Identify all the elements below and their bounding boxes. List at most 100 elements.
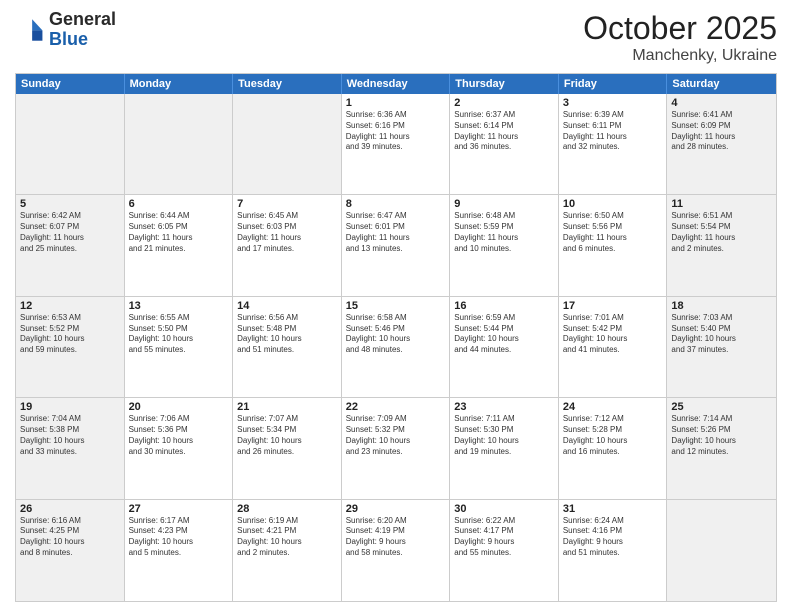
location-title: Manchenky, Ukraine (583, 47, 777, 65)
calendar-cell (233, 94, 342, 194)
cell-info: Sunrise: 6:51 AM Sunset: 5:54 PM Dayligh… (671, 211, 772, 254)
cell-info: Sunrise: 6:20 AM Sunset: 4:19 PM Dayligh… (346, 516, 446, 559)
cell-info: Sunrise: 6:48 AM Sunset: 5:59 PM Dayligh… (454, 211, 554, 254)
cell-info: Sunrise: 7:11 AM Sunset: 5:30 PM Dayligh… (454, 414, 554, 457)
day-number: 17 (563, 300, 663, 312)
day-number: 1 (346, 97, 446, 109)
day-number: 15 (346, 300, 446, 312)
day-number: 31 (563, 503, 663, 515)
day-number: 27 (129, 503, 229, 515)
day-number: 23 (454, 401, 554, 413)
calendar-cell: 5Sunrise: 6:42 AM Sunset: 6:07 PM Daylig… (16, 195, 125, 295)
day-number: 11 (671, 198, 772, 210)
day-number: 7 (237, 198, 337, 210)
cell-info: Sunrise: 6:56 AM Sunset: 5:48 PM Dayligh… (237, 313, 337, 356)
calendar-cell: 9Sunrise: 6:48 AM Sunset: 5:59 PM Daylig… (450, 195, 559, 295)
day-number: 28 (237, 503, 337, 515)
weekday-header: Wednesday (342, 74, 451, 94)
day-number: 6 (129, 198, 229, 210)
calendar-cell: 6Sunrise: 6:44 AM Sunset: 6:05 PM Daylig… (125, 195, 234, 295)
calendar-cell: 21Sunrise: 7:07 AM Sunset: 5:34 PM Dayli… (233, 398, 342, 498)
calendar-cell: 23Sunrise: 7:11 AM Sunset: 5:30 PM Dayli… (450, 398, 559, 498)
day-number: 19 (20, 401, 120, 413)
calendar-cell (125, 94, 234, 194)
day-number: 20 (129, 401, 229, 413)
cell-info: Sunrise: 6:16 AM Sunset: 4:25 PM Dayligh… (20, 516, 120, 559)
cell-info: Sunrise: 6:19 AM Sunset: 4:21 PM Dayligh… (237, 516, 337, 559)
day-number: 30 (454, 503, 554, 515)
cell-info: Sunrise: 7:03 AM Sunset: 5:40 PM Dayligh… (671, 313, 772, 356)
cell-info: Sunrise: 6:55 AM Sunset: 5:50 PM Dayligh… (129, 313, 229, 356)
weekday-header: Monday (125, 74, 234, 94)
calendar: SundayMondayTuesdayWednesdayThursdayFrid… (15, 73, 777, 602)
calendar-week: 26Sunrise: 6:16 AM Sunset: 4:25 PM Dayli… (16, 500, 776, 601)
weekday-header: Sunday (16, 74, 125, 94)
calendar-cell: 11Sunrise: 6:51 AM Sunset: 5:54 PM Dayli… (667, 195, 776, 295)
cell-info: Sunrise: 6:47 AM Sunset: 6:01 PM Dayligh… (346, 211, 446, 254)
cell-info: Sunrise: 6:24 AM Sunset: 4:16 PM Dayligh… (563, 516, 663, 559)
cell-info: Sunrise: 6:44 AM Sunset: 6:05 PM Dayligh… (129, 211, 229, 254)
calendar-cell: 13Sunrise: 6:55 AM Sunset: 5:50 PM Dayli… (125, 297, 234, 397)
calendar-cell: 30Sunrise: 6:22 AM Sunset: 4:17 PM Dayli… (450, 500, 559, 601)
cell-info: Sunrise: 7:06 AM Sunset: 5:36 PM Dayligh… (129, 414, 229, 457)
cell-info: Sunrise: 6:37 AM Sunset: 6:14 PM Dayligh… (454, 110, 554, 153)
day-number: 10 (563, 198, 663, 210)
day-number: 22 (346, 401, 446, 413)
cell-info: Sunrise: 6:42 AM Sunset: 6:07 PM Dayligh… (20, 211, 120, 254)
day-number: 3 (563, 97, 663, 109)
cell-info: Sunrise: 6:39 AM Sunset: 6:11 PM Dayligh… (563, 110, 663, 153)
weekday-header: Tuesday (233, 74, 342, 94)
calendar-header: SundayMondayTuesdayWednesdayThursdayFrid… (16, 74, 776, 94)
calendar-cell: 19Sunrise: 7:04 AM Sunset: 5:38 PM Dayli… (16, 398, 125, 498)
weekday-header: Friday (559, 74, 668, 94)
calendar-week: 5Sunrise: 6:42 AM Sunset: 6:07 PM Daylig… (16, 195, 776, 296)
calendar-cell: 20Sunrise: 7:06 AM Sunset: 5:36 PM Dayli… (125, 398, 234, 498)
calendar-week: 19Sunrise: 7:04 AM Sunset: 5:38 PM Dayli… (16, 398, 776, 499)
cell-info: Sunrise: 7:04 AM Sunset: 5:38 PM Dayligh… (20, 414, 120, 457)
calendar-cell: 28Sunrise: 6:19 AM Sunset: 4:21 PM Dayli… (233, 500, 342, 601)
cell-info: Sunrise: 6:45 AM Sunset: 6:03 PM Dayligh… (237, 211, 337, 254)
calendar-cell (667, 500, 776, 601)
calendar-cell: 15Sunrise: 6:58 AM Sunset: 5:46 PM Dayli… (342, 297, 451, 397)
calendar-cell: 24Sunrise: 7:12 AM Sunset: 5:28 PM Dayli… (559, 398, 668, 498)
cell-info: Sunrise: 6:22 AM Sunset: 4:17 PM Dayligh… (454, 516, 554, 559)
day-number: 5 (20, 198, 120, 210)
calendar-cell: 7Sunrise: 6:45 AM Sunset: 6:03 PM Daylig… (233, 195, 342, 295)
logo-blue: Blue (49, 30, 116, 50)
cell-info: Sunrise: 6:17 AM Sunset: 4:23 PM Dayligh… (129, 516, 229, 559)
cell-info: Sunrise: 7:14 AM Sunset: 5:26 PM Dayligh… (671, 414, 772, 457)
day-number: 29 (346, 503, 446, 515)
cell-info: Sunrise: 7:01 AM Sunset: 5:42 PM Dayligh… (563, 313, 663, 356)
title-section: October 2025 Manchenky, Ukraine (583, 10, 777, 65)
day-number: 21 (237, 401, 337, 413)
day-number: 2 (454, 97, 554, 109)
calendar-cell: 29Sunrise: 6:20 AM Sunset: 4:19 PM Dayli… (342, 500, 451, 601)
day-number: 25 (671, 401, 772, 413)
logo: General Blue (15, 10, 116, 50)
calendar-cell: 12Sunrise: 6:53 AM Sunset: 5:52 PM Dayli… (16, 297, 125, 397)
calendar-cell: 17Sunrise: 7:01 AM Sunset: 5:42 PM Dayli… (559, 297, 668, 397)
cell-info: Sunrise: 6:59 AM Sunset: 5:44 PM Dayligh… (454, 313, 554, 356)
page: General Blue October 2025 Manchenky, Ukr… (0, 0, 792, 612)
cell-info: Sunrise: 6:58 AM Sunset: 5:46 PM Dayligh… (346, 313, 446, 356)
calendar-cell: 4Sunrise: 6:41 AM Sunset: 6:09 PM Daylig… (667, 94, 776, 194)
calendar-cell: 27Sunrise: 6:17 AM Sunset: 4:23 PM Dayli… (125, 500, 234, 601)
calendar-cell: 14Sunrise: 6:56 AM Sunset: 5:48 PM Dayli… (233, 297, 342, 397)
calendar-cell: 31Sunrise: 6:24 AM Sunset: 4:16 PM Dayli… (559, 500, 668, 601)
calendar-cell: 2Sunrise: 6:37 AM Sunset: 6:14 PM Daylig… (450, 94, 559, 194)
cell-info: Sunrise: 7:07 AM Sunset: 5:34 PM Dayligh… (237, 414, 337, 457)
day-number: 14 (237, 300, 337, 312)
header: General Blue October 2025 Manchenky, Ukr… (15, 10, 777, 65)
cell-info: Sunrise: 6:41 AM Sunset: 6:09 PM Dayligh… (671, 110, 772, 153)
logo-general: General (49, 10, 116, 30)
calendar-body: 1Sunrise: 6:36 AM Sunset: 6:16 PM Daylig… (16, 94, 776, 601)
month-title: October 2025 (583, 10, 777, 47)
calendar-cell: 3Sunrise: 6:39 AM Sunset: 6:11 PM Daylig… (559, 94, 668, 194)
calendar-cell: 26Sunrise: 6:16 AM Sunset: 4:25 PM Dayli… (16, 500, 125, 601)
calendar-cell: 25Sunrise: 7:14 AM Sunset: 5:26 PM Dayli… (667, 398, 776, 498)
cell-info: Sunrise: 7:12 AM Sunset: 5:28 PM Dayligh… (563, 414, 663, 457)
calendar-cell (16, 94, 125, 194)
weekday-header: Saturday (667, 74, 776, 94)
logo-icon (15, 15, 45, 45)
cell-info: Sunrise: 7:09 AM Sunset: 5:32 PM Dayligh… (346, 414, 446, 457)
